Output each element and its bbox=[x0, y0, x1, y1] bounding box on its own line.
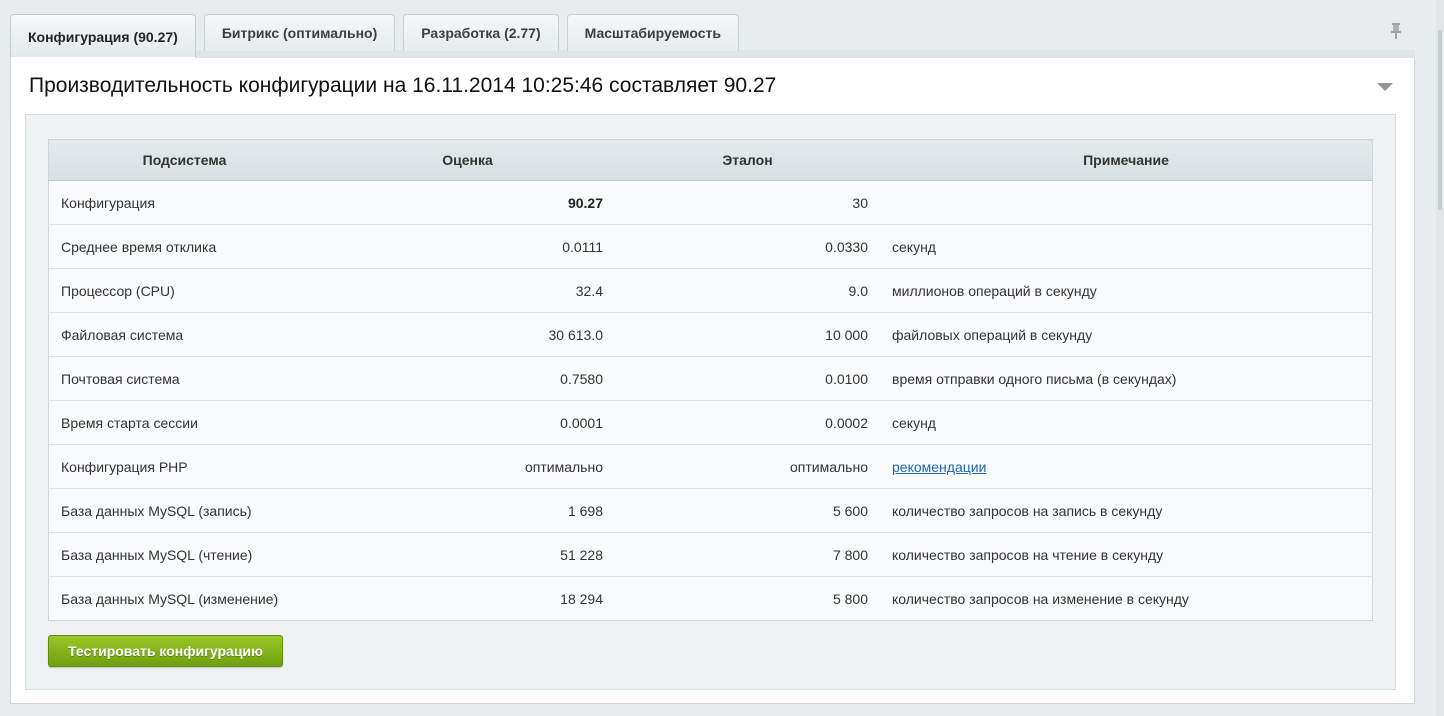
cell-note: рекомендации bbox=[880, 444, 1373, 489]
panel-title: Производительность конфигурации на 16.11… bbox=[29, 74, 777, 97]
cell-score: 30 613.0 bbox=[320, 312, 615, 357]
cell-reference: 0.0002 bbox=[615, 400, 880, 445]
cell-reference: 9.0 bbox=[615, 268, 880, 313]
cell-subsystem: Конфигурация bbox=[61, 194, 155, 211]
performance-table: Подсистема Оценка Эталон Примечание Конф… bbox=[48, 139, 1373, 621]
cell-note: файловых операций в секунду bbox=[880, 312, 1373, 357]
cell-subsystem: Время старта сессии bbox=[48, 400, 320, 445]
table-header-row: Подсистема Оценка Эталон Примечание bbox=[48, 139, 1373, 181]
tab-label: Конфигурация (90.27) bbox=[28, 28, 178, 45]
scrollbar-thumb[interactable] bbox=[1438, 30, 1442, 210]
cell-subsystem: Файловая система bbox=[48, 312, 320, 357]
cell-score: 0.0001 bbox=[320, 400, 615, 445]
cell-subsystem: База данных MySQL (запись) bbox=[48, 488, 320, 533]
cell-reference: оптимально bbox=[615, 444, 880, 489]
cell-subsystem: Почтовая система bbox=[48, 356, 320, 401]
cell-note: секунд bbox=[880, 224, 1373, 269]
cell-reference: 7 800 bbox=[615, 532, 880, 577]
recommendations-link[interactable]: рекомендации bbox=[892, 459, 986, 475]
cell-note: количество запросов на чтение в секунду bbox=[880, 532, 1373, 577]
cell-score: 0.0111 bbox=[320, 224, 615, 269]
tab-bar: Конфигурация (90.27) Битрикс (оптимально… bbox=[10, 14, 739, 58]
tab-label: Битрикс (оптимально) bbox=[221, 25, 378, 41]
column-header-reference: Эталон bbox=[615, 139, 880, 181]
table-row: База данных MySQL (чтение) 51 228 7 800 … bbox=[48, 532, 1373, 577]
cell-score: оптимально bbox=[320, 444, 615, 489]
cell-reference: 5 800 bbox=[615, 576, 880, 621]
column-header-score: Оценка bbox=[320, 139, 615, 181]
cell-score: 18 294 bbox=[320, 576, 615, 621]
cell-score: 32.4 bbox=[320, 268, 615, 313]
cell-note: секунд bbox=[880, 400, 1373, 445]
table-row: База данных MySQL (запись) 1 698 5 600 к… bbox=[48, 488, 1373, 533]
table-row: Файловая система 30 613.0 10 000 файловы… bbox=[48, 312, 1373, 357]
performance-panel: Производительность конфигурации на 16.11… bbox=[10, 58, 1415, 704]
table-row: Конфигурация PHP оптимально оптимально р… bbox=[48, 444, 1373, 489]
tab-development[interactable]: Разработка (2.77) bbox=[403, 14, 559, 51]
test-configuration-button[interactable]: Тестировать конфигурацию bbox=[48, 635, 283, 667]
table-row: Почтовая система 0.7580 0.0100 время отп… bbox=[48, 356, 1373, 401]
pin-icon[interactable] bbox=[1388, 22, 1404, 40]
tab-scalability[interactable]: Масштабируемость bbox=[566, 14, 739, 51]
cell-subsystem: База данных MySQL (изменение) bbox=[48, 576, 320, 621]
table-row: Процессор (CPU) 32.4 9.0 миллионов опера… bbox=[48, 268, 1373, 313]
table-row: Время старта сессии 0.0001 0.0002 секунд bbox=[48, 400, 1373, 445]
cell-reference: 0.0100 bbox=[615, 356, 880, 401]
cell-subsystem: Конфигурация PHP bbox=[48, 444, 320, 489]
tab-bitrix[interactable]: Битрикс (оптимально) bbox=[203, 14, 396, 51]
cell-note: время отправки одного письма (в секундах… bbox=[880, 356, 1373, 401]
cell-reference: 5 600 bbox=[615, 488, 880, 533]
cell-score: 51 228 bbox=[320, 532, 615, 577]
cell-score: 1 698 bbox=[320, 488, 615, 533]
column-header-subsystem: Подсистема bbox=[48, 139, 320, 181]
table-row: Среднее время отклика 0.0111 0.0330 секу… bbox=[48, 224, 1373, 269]
cell-subsystem: Среднее время отклика bbox=[48, 224, 320, 269]
tab-label: Масштабируемость bbox=[584, 25, 721, 41]
cell-reference: 0.0330 bbox=[615, 224, 880, 269]
cell-note: миллионов операций в секунду bbox=[880, 268, 1373, 313]
tab-configuration[interactable]: Конфигурация (90.27) bbox=[10, 14, 196, 58]
cell-note bbox=[880, 181, 1373, 225]
chevron-down-icon[interactable] bbox=[1376, 81, 1394, 93]
cell-subsystem: База данных MySQL (чтение) bbox=[48, 532, 320, 577]
results-container: Подсистема Оценка Эталон Примечание Конф… bbox=[25, 114, 1396, 690]
cell-note: количество запросов на изменение в секун… bbox=[880, 576, 1373, 621]
cell-reference: 10 000 bbox=[615, 312, 880, 357]
cell-note: количество запросов на запись в секунду bbox=[880, 488, 1373, 533]
cell-subsystem: Процессор (CPU) bbox=[48, 268, 320, 313]
table-row: База данных MySQL (изменение) 18 294 5 8… bbox=[48, 576, 1373, 621]
cell-reference: 30 bbox=[852, 194, 868, 211]
column-header-note: Примечание bbox=[880, 139, 1373, 181]
cell-score: 90.27 bbox=[567, 194, 603, 211]
table-row: Конфигурация 90.27 30 bbox=[49, 181, 1373, 225]
cell-score: 0.7580 bbox=[320, 356, 615, 401]
tab-label: Разработка (2.77) bbox=[421, 25, 541, 41]
